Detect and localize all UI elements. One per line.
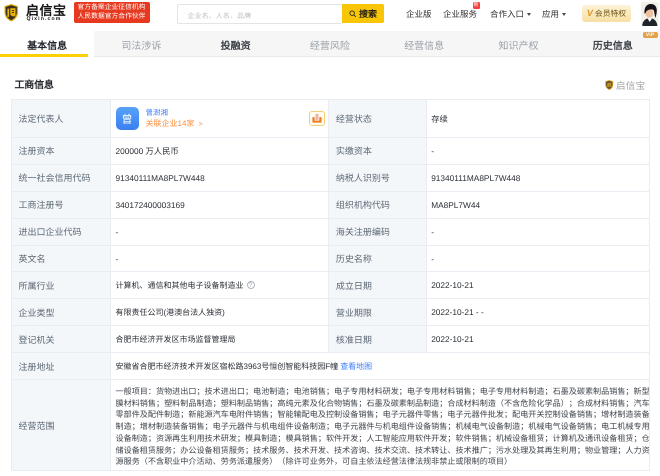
svg-text:启: 启 (607, 81, 612, 88)
